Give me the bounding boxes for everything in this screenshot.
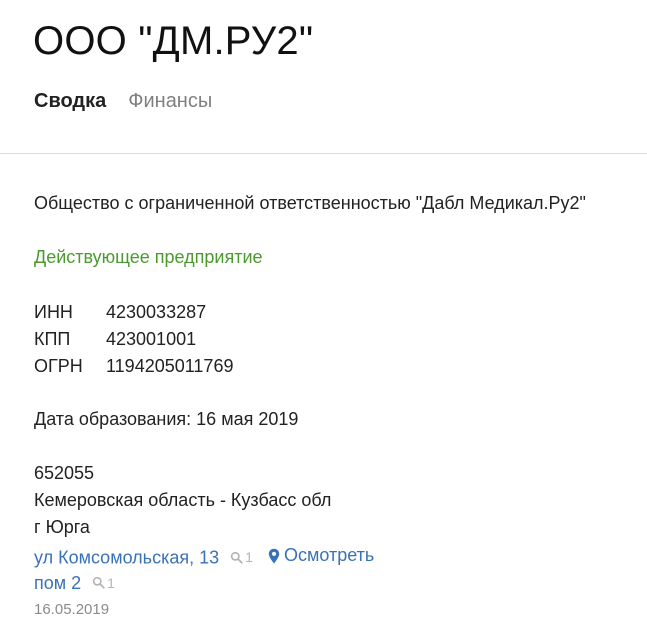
tab-summary[interactable]: Сводка (34, 90, 106, 113)
kpp-row: КПП 423001001 (34, 329, 196, 350)
address-date: 16.05.2019 (34, 601, 110, 618)
view-map-link[interactable]: Осмотреть (268, 545, 374, 566)
founded-date: Дата образования: 16 мая 2019 (34, 409, 299, 429)
room-count: 1 (107, 574, 115, 591)
page-header: ООО "ДМ.РУ2" Сводка Финансы (0, 0, 647, 154)
map-pin-icon (268, 548, 280, 563)
postal-code: 652055 (34, 463, 95, 483)
room-row: пом 2 1 (34, 573, 115, 594)
company-full-name: Общество с ограниченной ответственностью… (34, 193, 586, 213)
street-search-count[interactable]: 1 (230, 549, 253, 565)
ogrn-value: 1194205011769 (106, 356, 234, 376)
inn-label: ИНН (34, 302, 73, 322)
ogrn-row: ОГРН 1194205011769 (34, 356, 233, 377)
page-title: ООО "ДМ.РУ2" (33, 19, 314, 63)
inn-value: 4230033287 (106, 302, 207, 322)
street-link[interactable]: ул Комсомольская, 13 (34, 548, 219, 568)
kpp-value: 423001001 (106, 329, 197, 349)
kpp-label: КПП (34, 329, 71, 349)
tab-bar: Сводка Финансы (34, 90, 212, 113)
company-status: Действующее предприятие (34, 247, 263, 267)
search-icon (230, 551, 243, 564)
region: Кемеровская область - Кузбасс обл (34, 490, 332, 510)
search-icon (92, 576, 105, 589)
city: г Юрга (34, 517, 90, 537)
room-link[interactable]: пом 2 (34, 573, 81, 593)
view-map-label: Осмотреть (283, 545, 375, 565)
tab-finance[interactable]: Финансы (128, 90, 212, 113)
room-search-count[interactable]: 1 (92, 575, 115, 591)
inn-row: ИНН 4230033287 (34, 302, 206, 323)
street-count: 1 (245, 549, 253, 565)
street-row: ул Комсомольская, 13 1 Осмотреть (34, 545, 374, 569)
ogrn-label: ОГРН (34, 356, 83, 376)
